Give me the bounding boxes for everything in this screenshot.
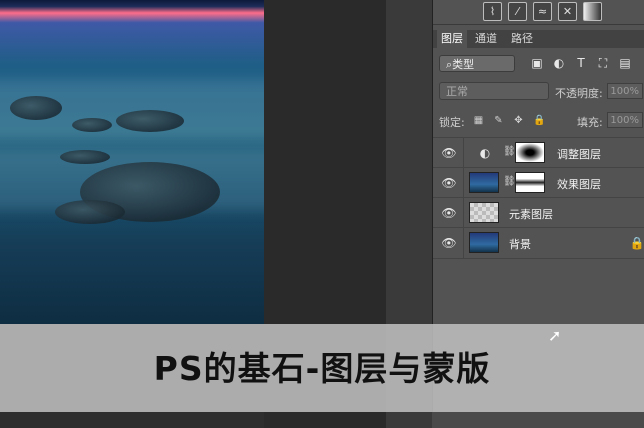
opacity-input[interactable]: 100% <box>607 83 643 99</box>
layer-thumbnail[interactable] <box>469 172 499 193</box>
eye-icon[interactable]: 👁 <box>441 145 457 161</box>
chain-link-icon[interactable]: ⛓ <box>503 176 516 190</box>
eye-icon[interactable]: 👁 <box>441 235 457 251</box>
mask-thumbnail[interactable] <box>515 142 545 163</box>
mouse-cursor-icon: ➚ <box>548 326 562 345</box>
divider <box>463 138 464 168</box>
circle-half-icon[interactable]: ◐ <box>551 55 567 71</box>
tab-channels[interactable]: 通道 <box>471 30 501 48</box>
eye-icon[interactable]: 👁 <box>441 205 457 221</box>
layer-name: 背景 <box>509 238 531 251</box>
fill-input[interactable]: 100% <box>607 112 643 128</box>
eye-icon[interactable]: 👁 <box>441 175 457 191</box>
rock <box>60 150 110 164</box>
lock-label: 锁定: <box>439 116 465 129</box>
divider <box>463 198 464 228</box>
mask-thumbnail[interactable] <box>515 172 545 193</box>
layer-name: 元素图层 <box>509 208 553 221</box>
layer-name: 调整图层 <box>557 148 601 161</box>
opacity-label: 不透明度: <box>555 87 603 100</box>
layer-thumbnail[interactable] <box>469 202 499 223</box>
filter-kind-select[interactable]: ⌕类型 <box>439 55 515 72</box>
adjustment-layer-icon: ◐ <box>479 146 491 160</box>
layer-row[interactable]: 👁 ⛓ 效果图层 <box>433 167 644 198</box>
text-icon[interactable]: T <box>573 55 589 71</box>
rock <box>72 118 112 132</box>
move-icon[interactable]: ✥ <box>513 115 524 126</box>
document-image[interactable] <box>0 0 264 324</box>
panel-footer <box>432 412 644 428</box>
x-icon[interactable]: ✕ <box>558 2 577 21</box>
divider <box>463 228 464 258</box>
adjustment-icons-bar: ⌇ ⁄ ≈ ✕ <box>433 0 644 25</box>
rock <box>10 96 62 120</box>
fill-label: 填充: <box>577 116 603 129</box>
layer-row[interactable]: 👁 ◐ ⛓ 调整图层 <box>433 137 644 168</box>
gradient-icon[interactable] <box>583 2 602 21</box>
layer-row[interactable]: 👁 元素图层 <box>433 197 644 228</box>
filter-row: ⌕类型 ▣ ◐ T ⛶ ▤ <box>433 52 644 76</box>
brush-lock-icon[interactable]: ✎ <box>493 115 504 126</box>
lock-icon: 🔒 <box>629 236 644 250</box>
layer-row[interactable]: 👁 背景 🔒 <box>433 227 644 259</box>
lock-icon[interactable]: 🔒 <box>533 115 545 126</box>
brush2-icon[interactable]: ⁄ <box>508 2 527 21</box>
panel-tabs: 图层 通道 路径 <box>433 30 644 48</box>
chain-link-icon[interactable]: ⛓ <box>503 146 516 160</box>
blend-mode-select[interactable]: 正常 <box>439 82 549 100</box>
wave-icon[interactable]: ≈ <box>533 2 552 21</box>
smart-icon[interactable]: ▤ <box>617 55 633 71</box>
tab-paths[interactable]: 路径 <box>507 30 537 48</box>
layer-name: 效果图层 <box>557 178 601 191</box>
tab-layers[interactable]: 图层 <box>437 30 467 48</box>
rock <box>116 110 184 132</box>
transform-icon[interactable]: ⛶ <box>595 55 611 71</box>
brush-icon[interactable]: ⌇ <box>483 2 502 21</box>
image-icon[interactable]: ▣ <box>529 55 545 71</box>
rock <box>55 200 125 224</box>
layer-thumbnail[interactable] <box>469 232 499 253</box>
divider <box>463 168 464 198</box>
checker-icon[interactable]: ▦ <box>473 115 484 126</box>
